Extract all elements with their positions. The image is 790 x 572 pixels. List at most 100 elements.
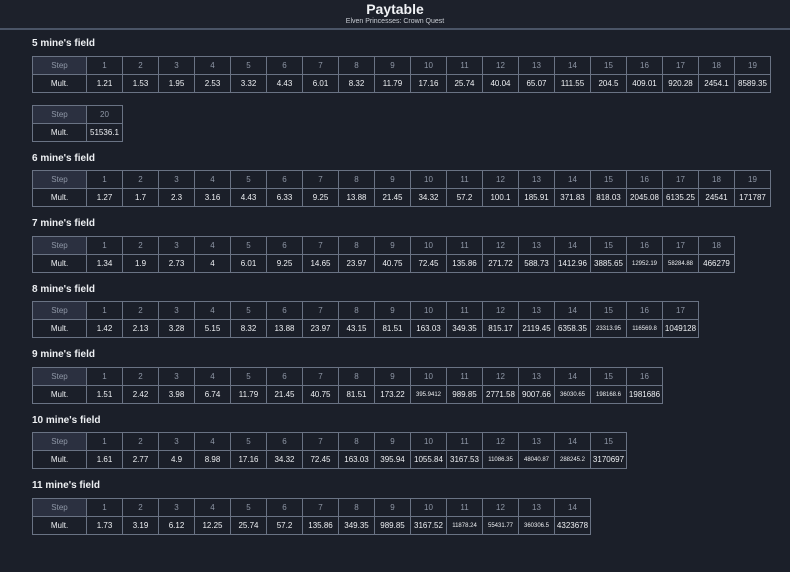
mult-cell: 5.15 [194, 319, 231, 338]
mult-cell: 40.04 [482, 74, 519, 93]
mult-cell: 360306.5 [518, 516, 555, 535]
paytable-table: Step 1 2 3 4 5 6 7 8 9 10 11 12 13 14 15 16 17 18 19 Mult. 1.… [32, 56, 771, 93]
mult-cell: 173.22 [374, 385, 411, 404]
mult-cell: 34.32 [266, 450, 303, 469]
mult-cell: 6.01 [230, 254, 267, 273]
step-cell: 12 [482, 56, 519, 75]
mult-cell: 288245.2 [554, 450, 591, 469]
step-cell: 18 [698, 170, 735, 189]
mult-cell: 349.35 [446, 319, 483, 338]
mult-cell: 11086.35 [482, 450, 519, 469]
step-cell: 12 [482, 367, 519, 386]
mult-cell: 6.01 [302, 74, 339, 93]
mult-cell: 11.79 [230, 385, 267, 404]
mult-cell: 3167.52 [410, 516, 447, 535]
multiplier-table: Step 1 2 3 4 5 6 7 8 9 10 11 12 13 14 15 Mult. 1.61 2.77 4.… [32, 432, 627, 469]
mult-cell: 1.9 [122, 254, 159, 273]
step-cell: 5 [230, 432, 267, 451]
step-cell: 9 [374, 301, 411, 320]
mult-cell: 13.88 [266, 319, 303, 338]
mult-cell: 2.53 [194, 74, 231, 93]
section-1-title: 5 mine's field [32, 38, 95, 52]
multiplier-table: Step 1 2 3 4 5 6 7 8 9 10 11 12 13 14 Mult. 1.73 3.19 6.12… [32, 498, 591, 535]
mult-row: Mult. 1.34 1.9 2.73 4 6.01 9.25 14.65 23.97 40.75… [32, 254, 735, 273]
paytable-table: Step 1 2 3 4 5 6 7 8 9 10 11 12 13 14 15 16 17 18 Mult. 1.34… [32, 236, 735, 273]
mult-cell: 588.73 [518, 254, 555, 273]
mult-cell: 14.65 [302, 254, 339, 273]
multiplier-table: Step 1 2 3 4 5 6 7 8 9 10 11 12 13 14 15 16 17 18 19 Mult. 1.… [32, 170, 771, 207]
section-heading: 11 mine's field [32, 480, 100, 491]
mult-cell: 163.03 [410, 319, 447, 338]
mult-cell: 3.32 [230, 74, 267, 93]
mult-cell: 3.28 [158, 319, 195, 338]
mult-cell: 1.95 [158, 74, 195, 93]
mult-cell: 24541 [698, 188, 735, 207]
step-cell: 8 [338, 56, 375, 75]
step-cell: 12 [482, 236, 519, 255]
step-cell: 5 [230, 367, 267, 386]
mult-cell: 2.77 [122, 450, 159, 469]
mult-row: Mult. 51536.1 [32, 123, 123, 142]
step-cell: 12 [482, 432, 519, 451]
step-cell: 19 [734, 170, 771, 189]
step-cell: 12 [482, 170, 519, 189]
step-row: Step 1 2 3 4 5 6 7 8 9 10 11 12 13 14 15 16 17 18 [32, 236, 735, 255]
mult-cell: 1.21 [86, 74, 123, 93]
mult-cell: 13.88 [338, 188, 375, 207]
multiplier-table: Step 1 2 3 4 5 6 7 8 9 10 11 12 13 14 15 16 Mult. 1.51 2.42… [32, 367, 663, 404]
step-cell: 11 [446, 170, 483, 189]
mult-cell: 81.51 [338, 385, 375, 404]
step-cell: 7 [302, 170, 339, 189]
mult-row: Mult. 1.61 2.77 4.9 8.98 17.16 34.32 72.45 163.0… [32, 450, 627, 469]
mult-cell: 198168.6 [590, 385, 627, 404]
step-cell: 16 [626, 170, 663, 189]
mult-cell: 6135.25 [662, 188, 699, 207]
step-cell: 5 [230, 56, 267, 75]
step-cell: 9 [374, 56, 411, 75]
step-cell: 3 [158, 432, 195, 451]
section-heading: 8 mine's field [32, 284, 95, 295]
paytable-header: Paytable Elven Princesses: Crown Quest [0, 0, 790, 30]
step-cell: 2 [122, 367, 159, 386]
paytable-table: Step 1 2 3 4 5 6 7 8 9 10 11 12 13 14 15 16 17 Mult. 1.42 2.… [32, 301, 699, 338]
mult-cell: 4.9 [158, 450, 195, 469]
step-cell: 1 [86, 367, 123, 386]
step-cell: 1 [86, 432, 123, 451]
mult-cell: 11878.24 [446, 516, 483, 535]
step-cell: 17 [662, 236, 699, 255]
step-cell: 10 [410, 236, 447, 255]
mult-label: Mult. [32, 74, 87, 93]
mult-cell: 17.16 [410, 74, 447, 93]
multiplier-table: Step 1 2 3 4 5 6 7 8 9 10 11 12 13 14 15 16 17 18 19 Mult. 1.… [32, 56, 771, 93]
mult-cell: 21.45 [266, 385, 303, 404]
mult-cell: 51536.1 [86, 123, 123, 142]
mult-cell: 21.45 [374, 188, 411, 207]
mult-cell: 8589.35 [734, 74, 771, 93]
mult-cell: 23.97 [338, 254, 375, 273]
mult-cell: 1.7 [122, 188, 159, 207]
mult-cell: 989.85 [446, 385, 483, 404]
mult-cell: 395.9412 [410, 385, 447, 404]
mult-label: Mult. [32, 123, 87, 142]
mult-row: Mult. 1.42 2.13 3.28 5.15 8.32 13.88 23.97 43.15… [32, 319, 699, 338]
section-heading: 9 mine's field [32, 349, 95, 360]
section-7-title: 11 mine's field [32, 480, 100, 494]
step-cell: 11 [446, 432, 483, 451]
step-cell: 11 [446, 236, 483, 255]
step-cell: 9 [374, 170, 411, 189]
step-cell: 9 [374, 498, 411, 517]
mult-cell: 12.25 [194, 516, 231, 535]
step-cell: 14 [554, 498, 591, 517]
paytable-table: Step 1 2 3 4 5 6 7 8 9 10 11 12 13 14 Mult. 1.73 3.19 6.12… [32, 498, 591, 535]
mult-cell: 163.03 [338, 450, 375, 469]
step-cell: 5 [230, 301, 267, 320]
step-cell: 7 [302, 498, 339, 517]
step-cell: 4 [194, 367, 231, 386]
step-cell: 6 [266, 56, 303, 75]
mult-label: Mult. [32, 188, 87, 207]
mult-cell: 371.83 [554, 188, 591, 207]
step-cell: 3 [158, 170, 195, 189]
mult-cell: 6.33 [266, 188, 303, 207]
step-cell: 14 [554, 236, 591, 255]
mult-cell: 2119.45 [518, 319, 555, 338]
